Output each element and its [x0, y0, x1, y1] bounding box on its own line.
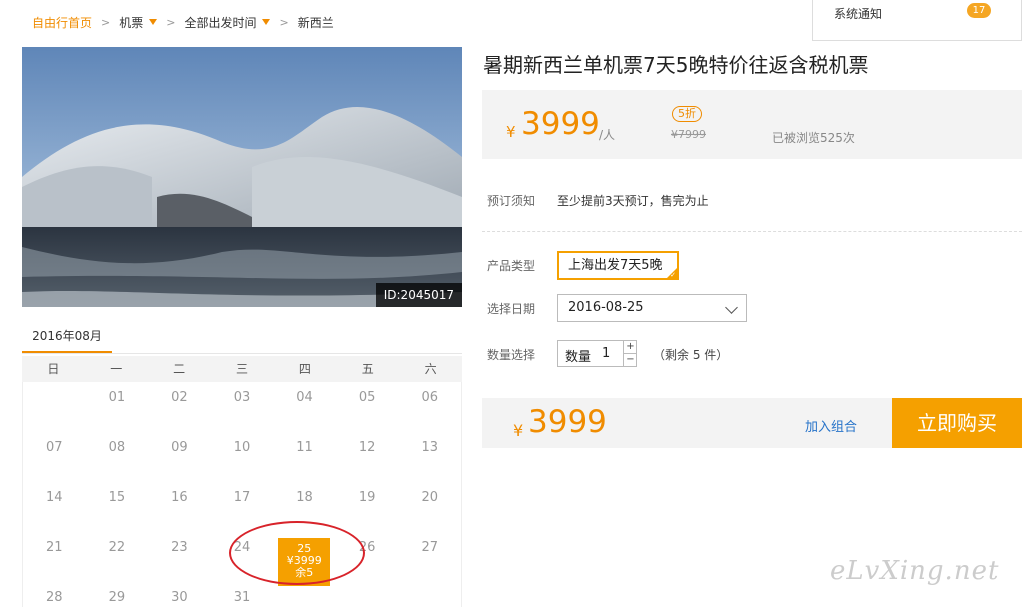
calendar-day[interactable]: 28	[23, 582, 86, 607]
booking-notice-text: 至少提前3天预订，售完为止	[557, 194, 709, 208]
quantity-input[interactable]: 1	[602, 346, 610, 361]
calendar-day[interactable]: 14	[23, 482, 86, 532]
calendar-day	[273, 582, 336, 607]
calendar-day[interactable]: 23	[148, 532, 211, 582]
calendar-day[interactable]: 15	[86, 482, 149, 532]
quantity-decrement-button[interactable]: −	[623, 354, 637, 367]
calendar-day[interactable]: 05	[336, 382, 399, 432]
calendar-day[interactable]: 16	[148, 482, 211, 532]
breadcrumb-category-dropdown[interactable]: 机票	[119, 14, 158, 31]
calendar-day[interactable]: 30	[148, 582, 211, 607]
check-icon: ✓	[670, 271, 676, 279]
calendar-day[interactable]: 22	[86, 532, 149, 582]
date-select-value: 2016-08-25	[568, 300, 644, 315]
booking-notice-label: 预订须知	[487, 194, 536, 208]
calendar-day[interactable]: 26	[336, 532, 399, 582]
calendar-day[interactable]: 10	[211, 432, 274, 482]
calendar-grid: 01 02 03 04 05 06 07 08 09 10 11 12 13 14 15 16 17 18 19 20…	[22, 382, 462, 607]
price-unit: /人	[599, 128, 616, 142]
stock-remaining: （剩余 5 件）	[653, 348, 729, 362]
calendar-day[interactable]: 24	[211, 532, 274, 582]
notification-count-badge: 17	[967, 3, 991, 18]
product-type-label: 产品类型	[487, 259, 536, 273]
breadcrumb-departure-dropdown[interactable]: 全部出发时间	[184, 14, 271, 31]
total-currency: ¥	[513, 421, 524, 440]
product-type-option[interactable]: 上海出发7天5晚 ✓	[557, 251, 679, 280]
product-type-value: 上海出发7天5晚	[568, 258, 663, 273]
chevron-down-icon	[725, 301, 738, 314]
total-price: 3999	[528, 404, 607, 440]
divider	[482, 231, 1022, 232]
weekday-label: 六	[424, 362, 437, 376]
calendar-day[interactable]: 31	[211, 582, 274, 607]
calendar-day[interactable]: 03	[211, 382, 274, 432]
selected-day-stock: 余5	[295, 566, 314, 579]
calendar-day[interactable]: 21	[23, 532, 86, 582]
add-to-combo-link[interactable]: 加入组合	[805, 416, 857, 435]
breadcrumb: 自由行首页 > 机票 > 全部出发时间 > 新西兰	[32, 13, 334, 31]
weekday-label: 三	[236, 362, 249, 376]
building-image	[22, 47, 462, 307]
calendar-day	[336, 582, 399, 607]
price-value: 3999	[521, 106, 600, 142]
calendar-day[interactable]: 04	[273, 382, 336, 432]
breadcrumb-home-link[interactable]: 自由行首页	[32, 14, 92, 31]
quantity-increment-button[interactable]: +	[623, 341, 637, 354]
calendar-day[interactable]: 13	[398, 432, 461, 482]
system-notification-panel[interactable]: 系统通知 17	[812, 0, 1022, 41]
calendar-day[interactable]: 07	[23, 432, 86, 482]
weekday-label: 日	[47, 362, 60, 376]
buy-bar: ¥ 3999 加入组合 立即购买	[482, 398, 1022, 448]
weekday-label: 二	[173, 362, 186, 376]
watermark: eLvXing.net	[830, 556, 1000, 586]
calendar-day-selected[interactable]: 25 ¥3999 余5	[273, 532, 336, 586]
calendar-day[interactable]: 18	[273, 482, 336, 532]
calendar-day[interactable]: 12	[336, 432, 399, 482]
calendar-day	[23, 382, 86, 432]
price-currency: ¥	[506, 123, 516, 141]
calendar-divider	[22, 353, 462, 354]
breadcrumb-category-label: 机票	[119, 15, 144, 30]
weekday-label: 一	[110, 362, 123, 376]
selected-day-box: 25 ¥3999 余5	[278, 538, 331, 586]
quantity-label: 数量选择	[487, 348, 536, 362]
calendar-day[interactable]: 17	[211, 482, 274, 532]
calendar-weekday-header: 日 一 二 三 四 五 六	[22, 356, 462, 382]
calendar-day	[398, 582, 461, 607]
calendar-day[interactable]: 27	[398, 532, 461, 582]
discount-badge: 5折	[672, 106, 702, 122]
quantity-stepper: 数量 1 + −	[557, 340, 637, 367]
chevron-right-icon: >	[101, 15, 111, 29]
date-select[interactable]: 2016-08-25	[557, 294, 747, 322]
chevron-right-icon: >	[279, 15, 289, 29]
caret-down-icon	[149, 19, 158, 25]
buy-now-button[interactable]: 立即购买	[892, 398, 1022, 448]
product-title: 暑期新西兰单机票7天5晚特价往返含税机票	[483, 53, 869, 77]
calendar-day[interactable]: 09	[148, 432, 211, 482]
view-count: 已被浏览525次	[772, 131, 855, 145]
calendar-day[interactable]: 08	[86, 432, 149, 482]
breadcrumb-destination: 新西兰	[297, 15, 334, 30]
chevron-right-icon: >	[166, 15, 176, 29]
breadcrumb-departure-label: 全部出发时间	[184, 15, 257, 30]
calendar-day[interactable]: 01	[86, 382, 149, 432]
weekday-label: 五	[361, 362, 374, 376]
calendar-day[interactable]: 20	[398, 482, 461, 532]
weekday-label: 四	[298, 362, 311, 376]
date-select-label: 选择日期	[487, 302, 536, 316]
calendar-day[interactable]: 02	[148, 382, 211, 432]
calendar-month-tab[interactable]: 2016年08月	[22, 322, 112, 354]
product-photo: ID:2045017	[22, 47, 462, 307]
caret-down-icon	[262, 19, 271, 25]
original-price: ¥7999	[671, 128, 706, 141]
system-notification-label: 系统通知	[834, 7, 883, 21]
calendar-day[interactable]: 11	[273, 432, 336, 482]
calendar-day[interactable]: 29	[86, 582, 149, 607]
calendar-day[interactable]: 19	[336, 482, 399, 532]
calendar-day[interactable]: 06	[398, 382, 461, 432]
image-id-tag: ID:2045017	[375, 283, 462, 307]
quantity-inner-label: 数量	[565, 350, 592, 365]
price-panel: ¥ 3999 /人 5折 ¥7999 已被浏览525次	[482, 90, 1022, 159]
